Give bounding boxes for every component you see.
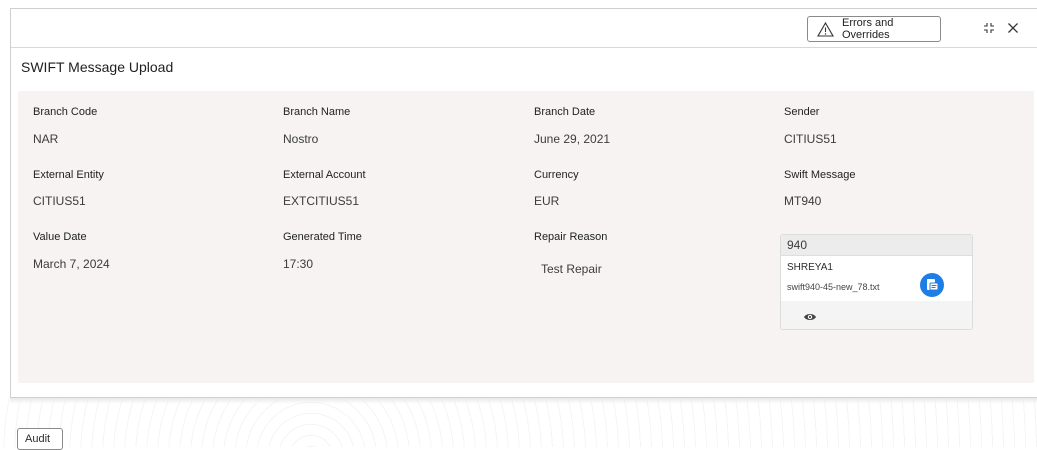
swift-message-value: MT940	[784, 194, 822, 208]
value-date-value: March 7, 2024	[33, 257, 110, 271]
document-icon[interactable]	[920, 273, 944, 297]
page-title: SWIFT Message Upload	[21, 59, 174, 75]
attachment-filename[interactable]: swift940-45-new_78.txt	[787, 282, 880, 292]
branch-date-label: Branch Date	[534, 106, 596, 118]
close-icon[interactable]	[1004, 19, 1022, 37]
sender-value: CITIUS51	[784, 132, 837, 146]
details-panel: Branch Code NAR Branch Name Nostro Branc…	[18, 91, 1034, 383]
eye-icon[interactable]	[803, 309, 817, 327]
collapse-icon[interactable]	[980, 19, 998, 37]
value-date-label: Value Date	[33, 231, 87, 243]
branch-code-label: Branch Code	[33, 106, 98, 118]
branch-name-value: Nostro	[283, 132, 319, 146]
branch-date-value: June 29, 2021	[534, 132, 611, 146]
swift-message-label: Swift Message	[784, 169, 856, 181]
footer-background	[0, 398, 1037, 447]
currency-label: Currency	[534, 169, 579, 181]
external-account-value: EXTCITIUS51	[283, 194, 360, 208]
repair-reason-label: Repair Reason	[534, 231, 608, 243]
attachment-user: SHREYA1	[787, 262, 833, 273]
attachment-footer	[781, 301, 972, 329]
warning-triangle-icon	[817, 21, 834, 37]
branch-name-label: Branch Name	[283, 106, 351, 118]
panel-shadow	[10, 398, 1037, 404]
errors-and-overrides-label: Errors and Overrides	[842, 17, 894, 41]
generated-time-value: 17:30	[283, 257, 314, 271]
sender-label: Sender	[784, 106, 820, 118]
window-toolbar: Errors and Overrides	[11, 9, 1037, 48]
external-account-label: External Account	[283, 169, 366, 181]
external-entity-value: CITIUS51	[33, 194, 86, 208]
repair-reason-value: Test Repair	[541, 262, 602, 276]
attachment-card: 940 SHREYA1 swift940-45-new_78.txt	[780, 234, 973, 330]
external-entity-label: External Entity	[33, 169, 104, 181]
generated-time-label: Generated Time	[283, 231, 362, 243]
currency-value: EUR	[534, 194, 560, 208]
swift-upload-window: Errors and Overrides SWIFT Message Uploa…	[10, 8, 1037, 398]
attachment-header: 940	[781, 235, 972, 256]
branch-code-value: NAR	[33, 132, 59, 146]
errors-and-overrides-button[interactable]: Errors and Overrides	[807, 16, 941, 42]
